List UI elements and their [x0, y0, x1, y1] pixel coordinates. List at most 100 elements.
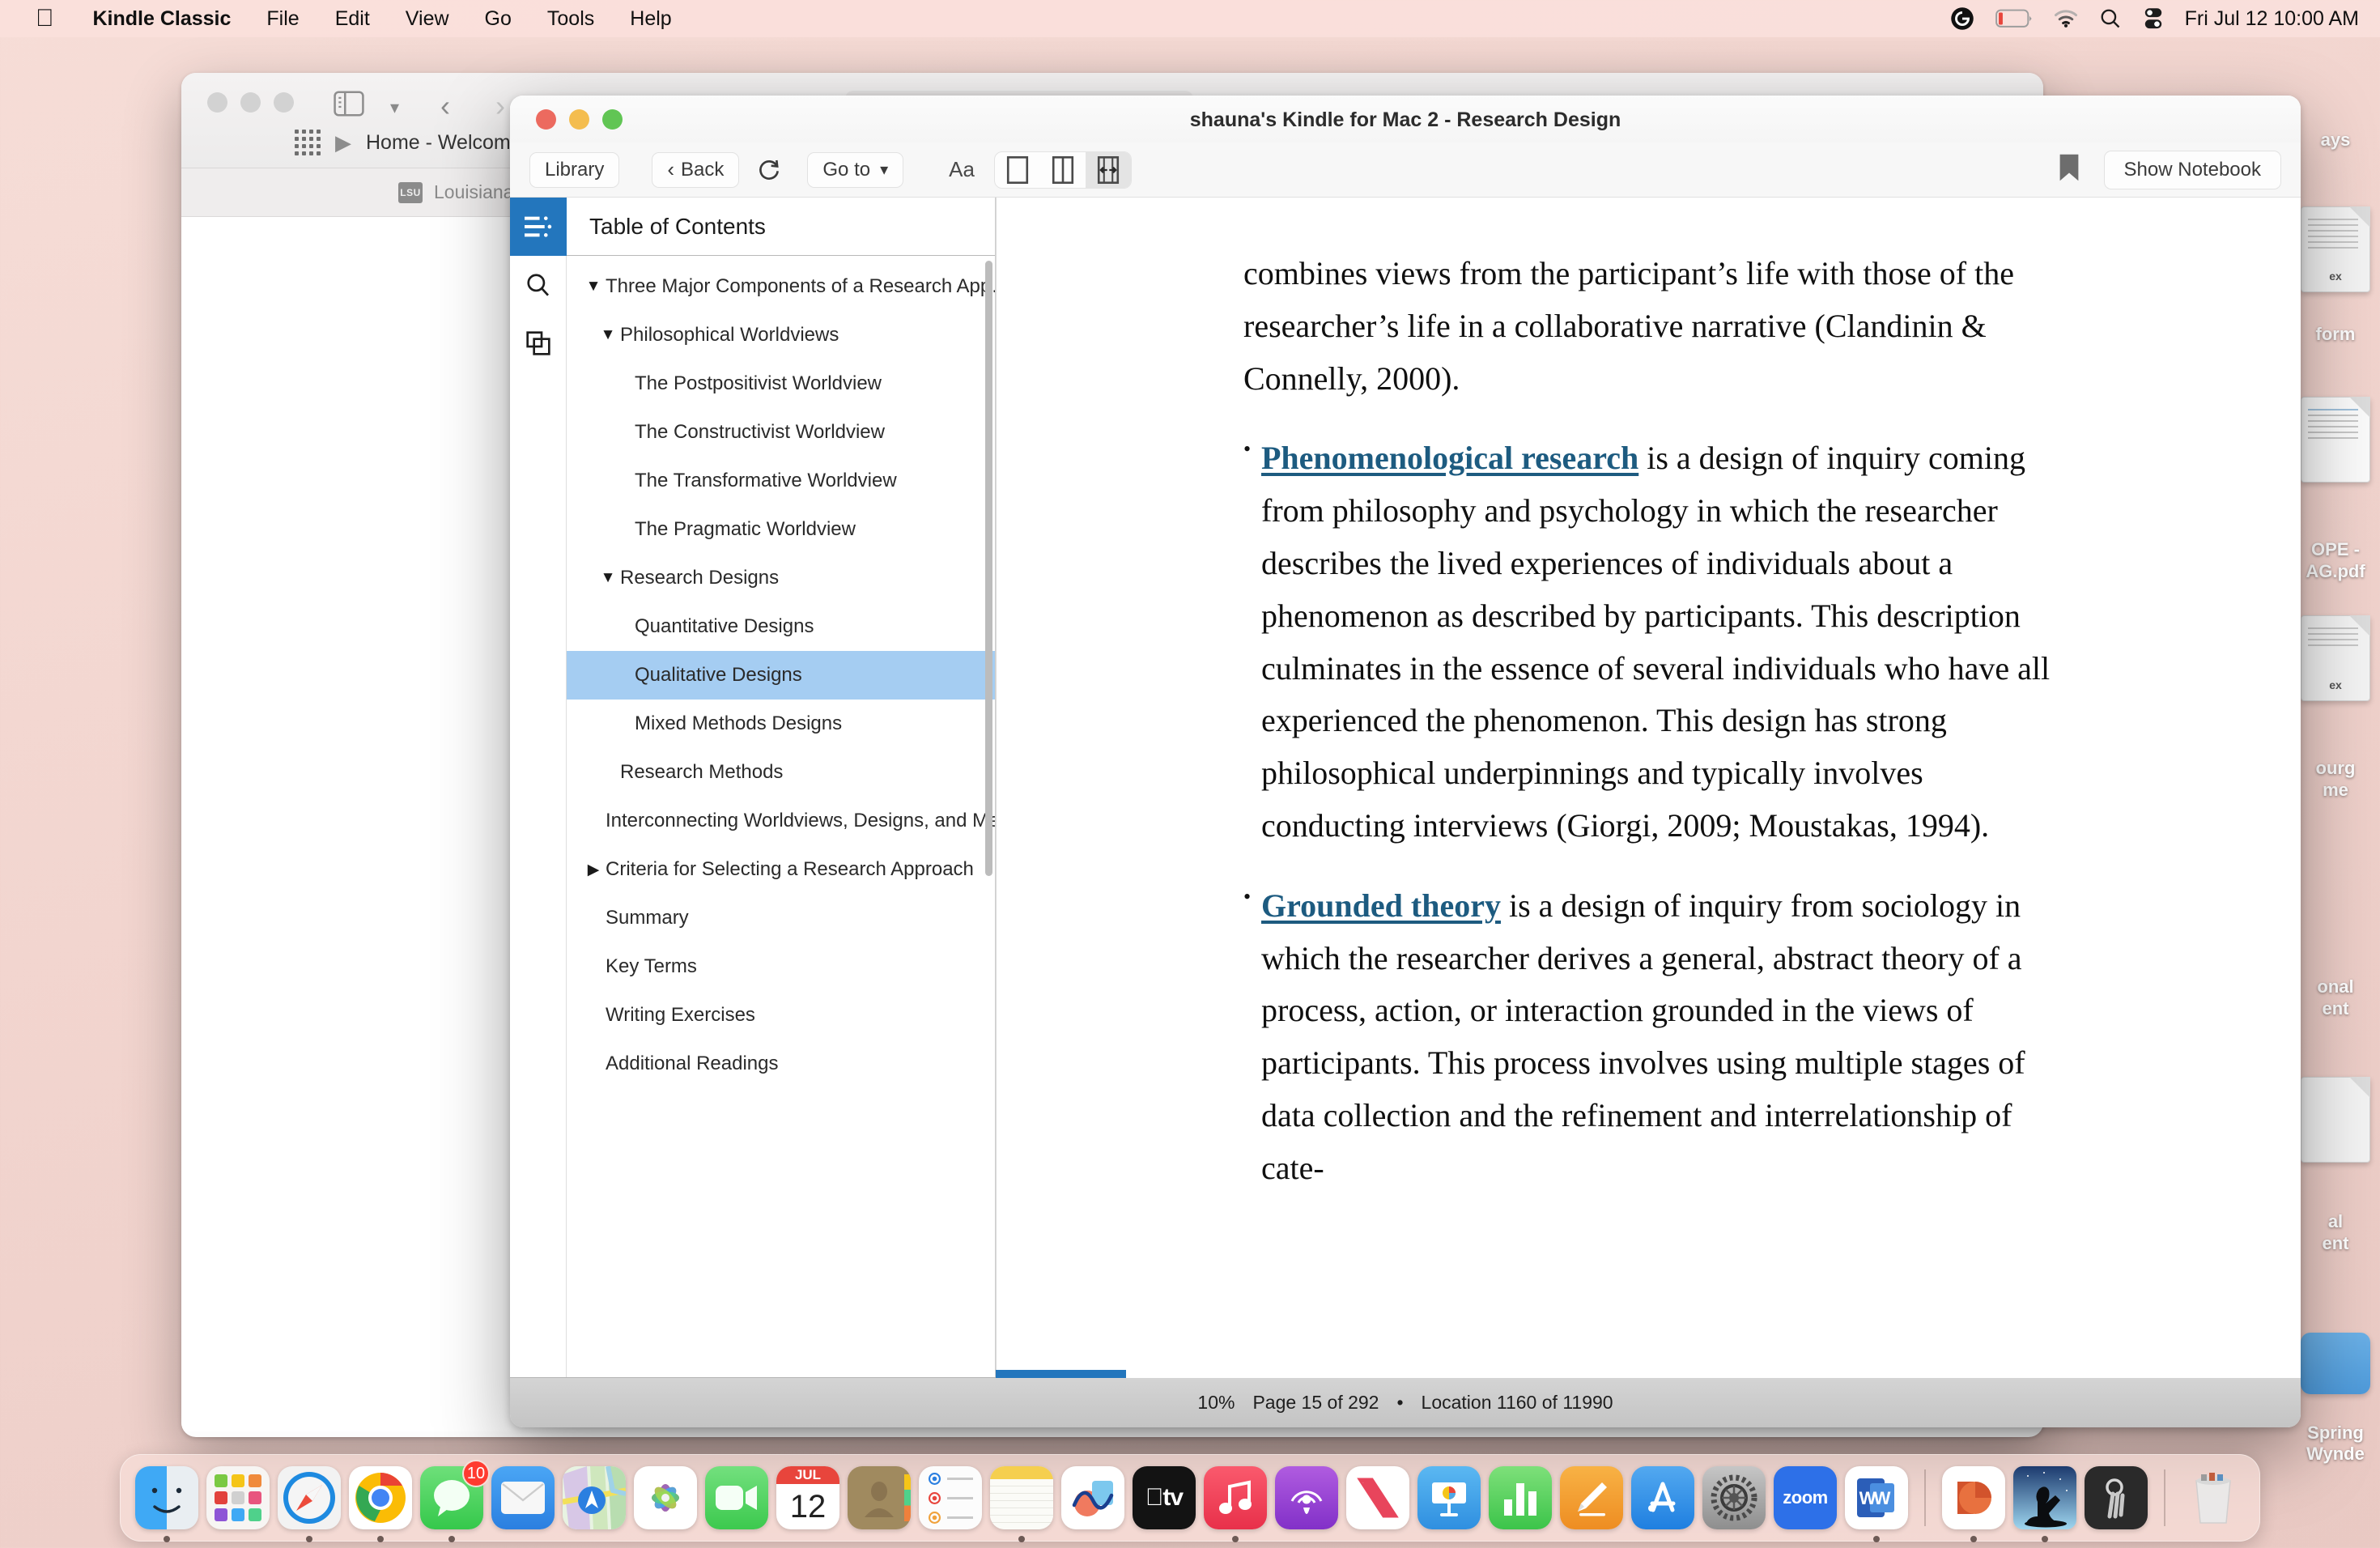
reading-pane[interactable]: combines views from the participant’s li… — [996, 198, 2301, 1377]
table-of-contents-panel[interactable]: Table of Contents ▼ Three Major Component… — [567, 198, 996, 1377]
menu-item-app[interactable]: Kindle Classic — [75, 7, 249, 31]
reading-progress-track[interactable] — [996, 1370, 2301, 1378]
caret-down-icon[interactable]: ▼ — [596, 569, 620, 587]
dock-item-appstore[interactable] — [1631, 1466, 1694, 1529]
menu-item-help[interactable]: Help — [612, 7, 689, 31]
key-term-link[interactable]: Grounded theory — [1261, 887, 1501, 924]
dock-item-zoom[interactable]: zoom — [1774, 1466, 1837, 1529]
toc-item-1[interactable]: ▼ Philosophical Worldviews — [567, 311, 995, 359]
menu-bar-items[interactable]:  Kindle Classic File Edit View Go Tools… — [0, 6, 690, 31]
dock-item-news[interactable] — [1346, 1466, 1409, 1529]
dock-item-calendar[interactable]: JUL 12 — [776, 1466, 839, 1529]
toc-item-4[interactable]: The Transformative Worldview — [567, 457, 995, 505]
toc-item-12[interactable]: ▶ Criteria for Selecting a Research Appro… — [567, 845, 995, 894]
dock-item-settings[interactable] — [1702, 1466, 1766, 1529]
toc-list[interactable]: ▼ Three Major Components of a Research Ap… — [567, 256, 995, 1377]
sidebar-toggle-icon[interactable] — [334, 91, 364, 121]
dock-item-powerpoint[interactable] — [1942, 1466, 2005, 1542]
maximize-button[interactable] — [274, 92, 294, 113]
toc-scrollbar[interactable] — [985, 261, 992, 876]
dock-item-appletv[interactable]: tv — [1133, 1466, 1196, 1529]
search-icon[interactable] — [510, 256, 567, 314]
dock-item-kindle[interactable] — [2013, 1466, 2076, 1542]
back-icon[interactable]: ‹ — [440, 89, 450, 123]
toc-item-15[interactable]: Writing Exercises — [567, 991, 995, 1040]
toc-item-13[interactable]: Summary — [567, 894, 995, 942]
dock-item-podcasts[interactable] — [1275, 1466, 1338, 1529]
close-button[interactable] — [207, 92, 227, 113]
toc-item-6[interactable]: ▼ Research Designs — [567, 554, 995, 602]
menu-item-go[interactable]: Go — [467, 7, 529, 31]
toc-item-3[interactable]: The Constructivist Worldview — [567, 408, 995, 457]
toc-item-0[interactable]: ▼ Three Major Components of a Research Ap… — [567, 262, 995, 311]
caret-right-icon[interactable]: ▶ — [581, 861, 606, 879]
toc-item-8[interactable]: Qualitative Designs — [567, 651, 995, 700]
minimize-button[interactable] — [240, 92, 261, 113]
forward-icon[interactable]: › — [495, 89, 505, 123]
menu-bar-status-items[interactable]: Fri Jul 12 10:00 AM — [1950, 6, 2380, 31]
menu-item-view[interactable]: View — [388, 7, 467, 31]
bookmark-icon[interactable] — [2059, 153, 2080, 186]
toc-item-2[interactable]: The Postpositivist Worldview — [567, 359, 995, 408]
table-of-contents-icon[interactable] — [510, 198, 567, 256]
goto-button[interactable]: Go to ▾ — [807, 151, 904, 188]
dock-item-freeform[interactable] — [1061, 1466, 1124, 1529]
toc-item-10[interactable]: Research Methods — [567, 748, 995, 797]
wifi-icon[interactable] — [2054, 9, 2078, 28]
kindle-toolbar-right[interactable]: Show Notebook — [2059, 150, 2281, 189]
dock-item-keynote[interactable] — [1417, 1466, 1481, 1529]
toc-item-11[interactable]: Interconnecting Worldviews, Designs, and… — [567, 797, 995, 845]
grid-icon[interactable] — [295, 130, 321, 155]
toc-item-5[interactable]: The Pragmatic Worldview — [567, 505, 995, 554]
show-notebook-button[interactable]: Show Notebook — [2103, 150, 2281, 189]
two-column-icon[interactable] — [1040, 152, 1086, 188]
grammarly-icon[interactable] — [1950, 6, 1974, 31]
sync-button[interactable] — [750, 152, 788, 188]
caret-down-icon[interactable]: ▼ — [581, 278, 606, 296]
key-term-link[interactable]: Phenomenological research — [1261, 440, 1638, 476]
toc-item-9[interactable]: Mixed Methods Designs — [567, 700, 995, 748]
flashcards-icon[interactable] — [510, 314, 567, 372]
battery-low-icon[interactable] — [1995, 9, 2033, 28]
menu-item-tools[interactable]: Tools — [529, 7, 612, 31]
dock-item-finder[interactable] — [135, 1466, 198, 1542]
toc-item-14[interactable]: Key Terms — [567, 942, 995, 991]
kindle-window[interactable]: shauna's Kindle for Mac 2 - Research Des… — [510, 96, 2301, 1427]
menu-bar-clock[interactable]: Fri Jul 12 10:00 AM — [2185, 7, 2359, 31]
single-column-icon[interactable] — [995, 152, 1040, 188]
kindle-sidebar-rail[interactable] — [510, 198, 567, 1377]
toc-item-7[interactable]: Quantitative Designs — [567, 602, 995, 651]
toc-item-16[interactable]: Additional Readings — [567, 1040, 995, 1088]
dock-item-notes[interactable] — [990, 1466, 1053, 1542]
safari-traffic-lights[interactable] — [207, 92, 294, 113]
macos-dock[interactable]: 10 JUL 12 tv zoom W W — [120, 1454, 2260, 1542]
control-center-icon[interactable] — [2143, 7, 2164, 30]
chevron-down-icon[interactable]: ▾ — [390, 97, 399, 118]
dock-item-music[interactable] — [1204, 1466, 1267, 1542]
apple-logo-icon[interactable]:  — [18, 6, 72, 31]
dock-item-mail[interactable] — [491, 1466, 555, 1529]
dock-item-contacts[interactable] — [848, 1466, 911, 1529]
dock-item-keychain[interactable] — [2085, 1466, 2148, 1529]
view-mode-group[interactable] — [993, 151, 1132, 189]
dock-item-facetime[interactable] — [705, 1466, 768, 1529]
dock-item-pages[interactable] — [1560, 1466, 1623, 1529]
dock-item-safari[interactable] — [278, 1466, 341, 1542]
fit-width-icon[interactable] — [1085, 151, 1131, 188]
dock-item-numbers[interactable] — [1489, 1466, 1552, 1529]
dock-item-word[interactable]: WW — [1845, 1466, 1908, 1542]
back-button[interactable]: ‹ Back — [652, 151, 740, 188]
menu-item-edit[interactable]: Edit — [317, 7, 388, 31]
dock-item-photos[interactable] — [634, 1466, 697, 1529]
dock-item-messages[interactable]: 10 — [420, 1460, 490, 1542]
dock-item-reminders[interactable] — [919, 1466, 982, 1529]
dock-item-launchpad[interactable] — [206, 1466, 270, 1529]
search-icon[interactable] — [2099, 7, 2122, 30]
caret-down-icon[interactable]: ▼ — [596, 326, 620, 344]
dock-item-trash[interactable] — [2182, 1466, 2245, 1529]
library-button[interactable]: Library — [529, 151, 620, 188]
dock-item-chrome[interactable] — [349, 1466, 412, 1542]
menu-item-file[interactable]: File — [249, 7, 317, 31]
font-size-button[interactable]: Aa — [949, 157, 975, 182]
dock-item-maps[interactable] — [563, 1466, 626, 1529]
